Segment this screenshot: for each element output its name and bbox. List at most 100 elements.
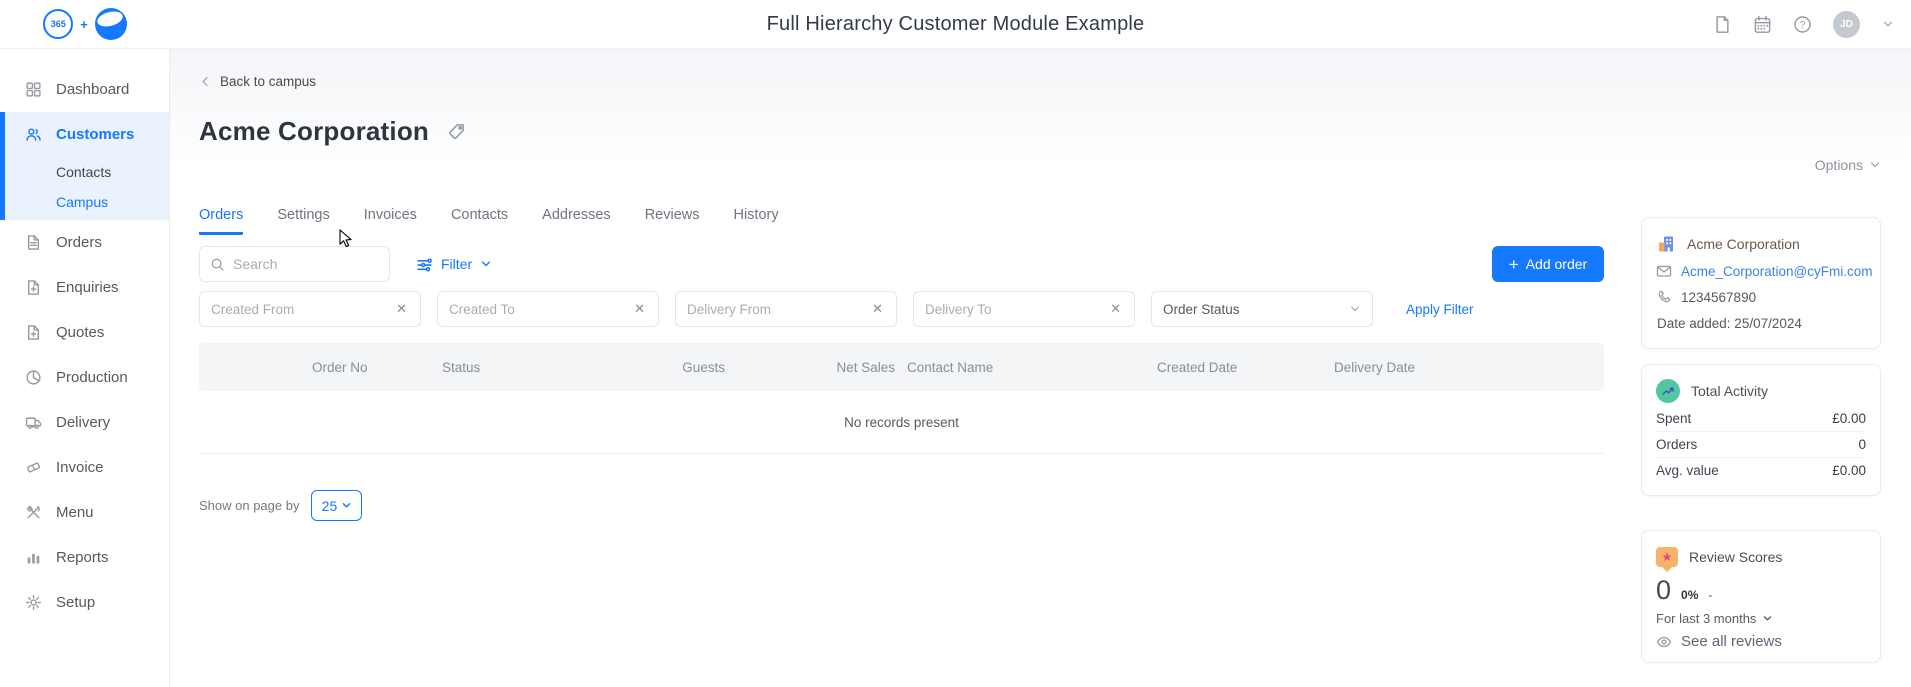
clear-icon[interactable]: ✕	[632, 299, 647, 319]
column-status: Status	[442, 359, 481, 375]
tab-history[interactable]: History	[733, 207, 778, 235]
document-icon[interactable]	[1713, 15, 1732, 34]
filter-button[interactable]: Filter	[416, 256, 492, 273]
order-status-label: Order Status	[1163, 301, 1240, 317]
review-period-dropdown[interactable]: For last 3 months	[1656, 611, 1866, 626]
order-status-select[interactable]: Order Status	[1151, 291, 1373, 327]
bar-chart-icon	[25, 549, 42, 566]
activity-value: £0.00	[1832, 410, 1866, 426]
add-order-label: Add order	[1525, 256, 1588, 272]
page-size-label: Show on page by	[199, 498, 300, 513]
tab-contacts[interactable]: Contacts	[451, 207, 508, 235]
see-all-reviews-label: See all reviews	[1681, 633, 1782, 650]
sidebar-item-contacts[interactable]: Contacts	[5, 157, 169, 187]
delivery-from-input[interactable]	[687, 301, 871, 317]
created-to-field[interactable]: ✕	[437, 291, 659, 327]
customer-email-link[interactable]: Acme_Corporation@cyFmi.com	[1681, 264, 1873, 279]
sidebar-item-orders[interactable]: Orders	[0, 220, 169, 265]
review-score-dash: -	[1708, 588, 1713, 602]
column-order-no: Order No	[312, 359, 368, 375]
page-title: Acme Corporation	[199, 115, 430, 146]
sidebar-item-label: Contacts	[56, 164, 112, 180]
sidebar-item-label: Campus	[56, 194, 109, 210]
delivery-to-field[interactable]: ✕	[913, 291, 1135, 327]
sidebar: Dashboard Customers Contacts Campus Orde…	[0, 49, 170, 687]
tab-settings[interactable]: Settings	[277, 207, 329, 235]
clear-icon[interactable]: ✕	[394, 299, 409, 319]
created-from-field[interactable]: ✕	[199, 291, 421, 327]
options-label: Options	[1814, 157, 1863, 173]
pie-chart-icon	[25, 369, 42, 386]
tag-icon[interactable]	[447, 122, 466, 141]
apply-filter-link[interactable]: Apply Filter	[1406, 302, 1474, 317]
review-period-label: For last 3 months	[1656, 611, 1757, 626]
tab-orders[interactable]: Orders	[199, 207, 244, 235]
search-box[interactable]	[199, 246, 390, 282]
activity-label: Orders	[1656, 437, 1698, 452]
filter-row: ✕ ✕ ✕ ✕ Order Status Apply	[199, 291, 1604, 327]
orders-icon	[25, 234, 42, 251]
back-link-label: Back to campus	[220, 74, 317, 89]
chevron-down-icon	[1762, 613, 1773, 624]
activity-value: 0	[1858, 437, 1866, 452]
user-avatar[interactable]: JD	[1833, 10, 1860, 38]
sidebar-item-label: Enquiries	[56, 279, 119, 296]
sidebar-item-delivery[interactable]: Delivery	[0, 400, 169, 445]
delivery-to-input[interactable]	[925, 301, 1109, 317]
help-icon[interactable]: ?	[1793, 15, 1812, 34]
activity-row-spent: Spent £0.00	[1656, 405, 1866, 431]
logo-365-icon: 365	[43, 9, 74, 39]
page-size-select[interactable]: 25	[311, 490, 363, 521]
chevron-down-icon[interactable]	[1881, 17, 1895, 31]
sidebar-item-campus[interactable]: Campus	[5, 187, 169, 217]
dashboard-icon	[25, 81, 42, 98]
column-contact-name: Contact Name	[907, 359, 994, 375]
back-to-campus-link[interactable]: Back to campus	[199, 74, 316, 89]
sidebar-item-dashboard[interactable]: Dashboard	[0, 67, 169, 112]
sidebar-item-production[interactable]: Production	[0, 355, 169, 400]
review-scores-card: ★ Review Scores 0 0% - For last 3 months…	[1641, 530, 1881, 663]
sidebar-item-reports[interactable]: Reports	[0, 535, 169, 580]
sidebar-item-menu[interactable]: Menu	[0, 490, 169, 535]
cutlery-icon	[25, 504, 42, 521]
created-to-input[interactable]	[449, 301, 633, 317]
options-dropdown[interactable]: Options	[1641, 155, 1881, 175]
activity-value: £0.00	[1832, 463, 1866, 478]
search-input[interactable]	[233, 256, 363, 272]
sidebar-item-label: Production	[56, 369, 128, 386]
app-logo: 365 +	[0, 8, 170, 40]
column-guests: Guests	[682, 359, 725, 375]
tab-reviews[interactable]: Reviews	[645, 207, 700, 235]
tab-addresses[interactable]: Addresses	[542, 207, 611, 235]
column-created-date: Created Date	[1157, 359, 1238, 375]
logo-plus-icon: +	[80, 16, 88, 32]
sidebar-item-customers[interactable]: Customers	[5, 112, 169, 157]
sidebar-item-label: Quotes	[56, 324, 105, 341]
trend-up-icon	[1656, 379, 1680, 403]
customer-name: Acme Corporation	[1687, 236, 1800, 252]
add-order-button[interactable]: + Add order	[1492, 246, 1604, 282]
empty-state-message: No records present	[199, 391, 1604, 454]
plus-icon: +	[1508, 254, 1519, 274]
delivery-from-field[interactable]: ✕	[675, 291, 897, 327]
chevron-down-icon	[480, 258, 492, 270]
customer-phone[interactable]: 1234567890	[1681, 290, 1756, 305]
total-activity-card: Total Activity Spent £0.00 Orders 0 Avg.…	[1641, 364, 1881, 496]
sidebar-item-enquiries[interactable]: Enquiries	[0, 265, 169, 310]
created-from-input[interactable]	[211, 301, 395, 317]
sidebar-item-setup[interactable]: Setup	[0, 580, 169, 625]
calendar-icon[interactable]	[1753, 15, 1772, 34]
eye-icon	[1656, 634, 1672, 650]
customer-summary-panel: Options Acme Corporation Acme_Corporatio…	[1641, 155, 1881, 663]
sidebar-item-label: Orders	[56, 234, 102, 251]
see-all-reviews-link[interactable]: See all reviews	[1656, 633, 1866, 650]
review-score-percent: 0%	[1681, 588, 1699, 602]
sidebar-item-quotes[interactable]: Quotes	[0, 310, 169, 355]
tab-invoices[interactable]: Invoices	[364, 207, 417, 235]
clear-icon[interactable]: ✕	[1108, 299, 1123, 319]
sidebar-item-invoice[interactable]: Invoice	[0, 445, 169, 490]
page-size-value: 25	[321, 497, 338, 514]
search-icon	[210, 257, 225, 272]
clear-icon[interactable]: ✕	[870, 299, 885, 319]
activity-row-avg-value: Avg. value £0.00	[1656, 457, 1866, 483]
